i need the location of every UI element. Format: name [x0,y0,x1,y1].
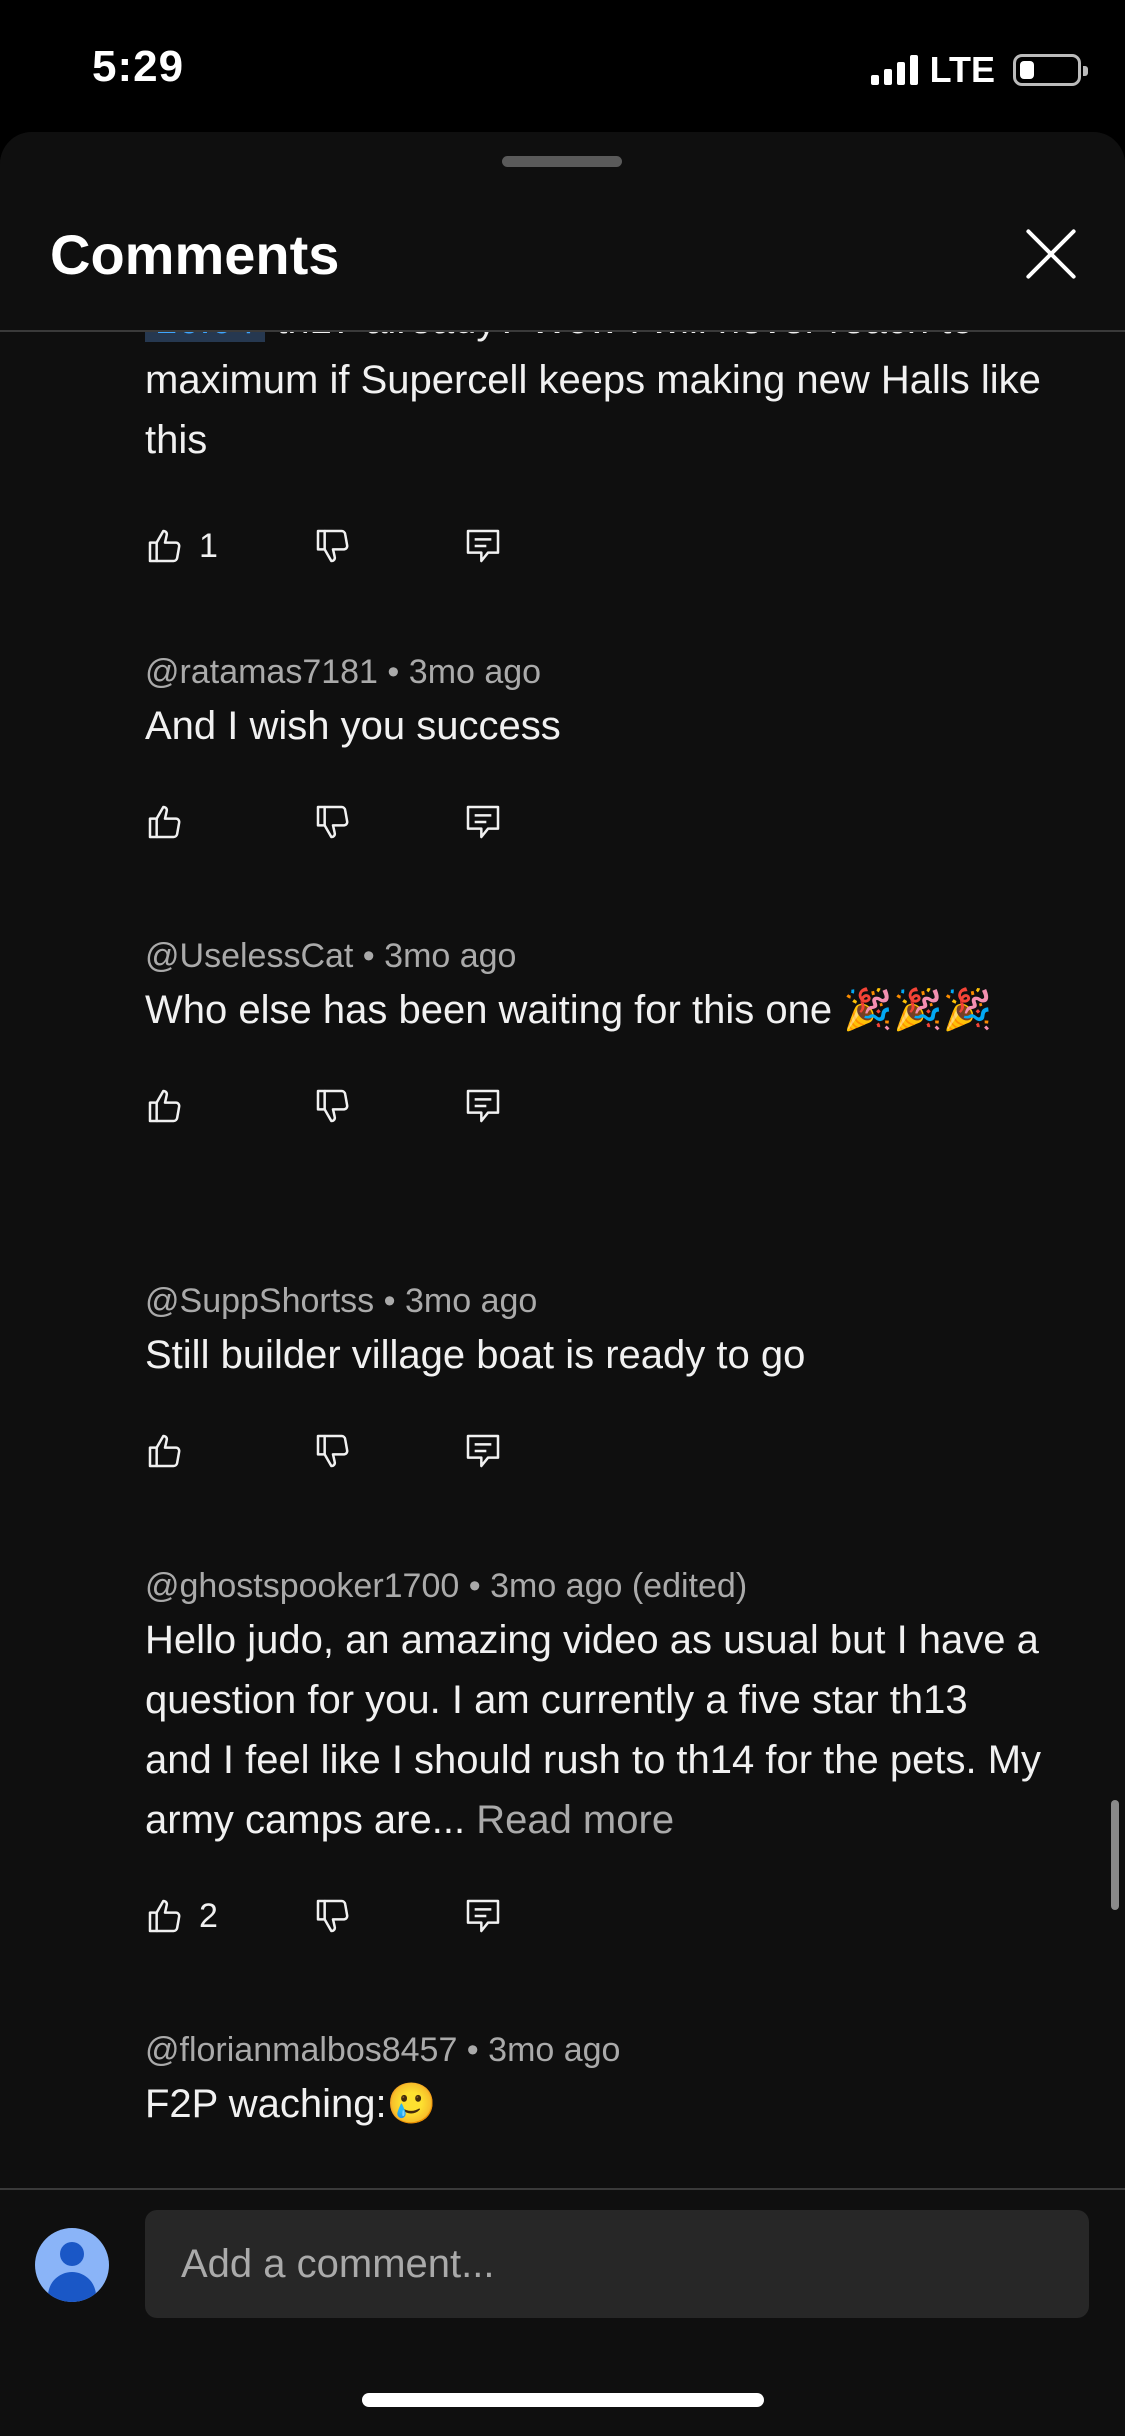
reply-icon [466,1089,500,1123]
drag-handle[interactable] [502,156,622,167]
dislike-button[interactable] [313,1076,463,1136]
comment-author[interactable]: @UselessCat [145,937,353,975]
dislike-button[interactable] [313,516,463,576]
comment-actions: 2 [145,1886,1045,1946]
comments-list[interactable]: 16:04 th17 already? Wow I will never rea… [0,332,1125,2188]
thumbs-up-icon [148,805,181,839]
partial-comment-rest: maximum if Supercell keeps making new Ha… [145,358,1041,462]
read-more-link[interactable]: Read more [465,1798,674,1842]
comment-item: @UselessCat • 3mo ago Who else has been … [145,932,1045,1136]
like-button[interactable] [145,792,313,852]
sheet-header: Comments [0,132,1125,332]
comment-meta: @ghostspooker1700 • 3mo ago (edited) [145,1567,748,1605]
reply-icon [466,805,500,839]
thumbs-down-icon [316,529,349,563]
signal-icon [870,55,918,85]
reply-button[interactable] [463,1076,503,1136]
reply-button[interactable] [463,792,503,852]
avatar-body [48,2272,96,2302]
comment-text: Still builder village boat is ready to g… [145,1333,806,1377]
thumbs-down-icon [316,1089,349,1123]
comment-actions [145,1076,1045,1136]
comment-text: Hello judo, an amazing video as usual bu… [145,1618,1042,1842]
comment-meta: @UselessCat • 3mo ago [145,937,517,975]
dislike-button[interactable] [313,1421,463,1481]
comment-time: 3mo ago [384,937,517,975]
status-time: 5:29 [92,42,185,91]
comment-input[interactable] [145,2210,1089,2318]
partial-comment-actions: 1 [145,516,1045,576]
comment-text: And I wish you success [145,704,561,748]
like-button[interactable]: 1 [145,516,313,576]
reply-icon [466,1899,500,1933]
comment-author[interactable]: @florianmalbos8457 [145,2031,457,2069]
like-count: 1 [199,526,218,565]
timestamp-link[interactable]: 16:04 [145,332,266,342]
dislike-button[interactable] [313,792,463,852]
comment-time: 3mo ago (edited) [490,1567,748,1605]
like-button[interactable]: 2 [145,1886,313,1946]
battery-icon [1013,54,1088,86]
comments-sheet: Comments 16:04 th17 already? Wow I will … [0,132,1125,2436]
comment-author[interactable]: @ghostspooker1700 [145,1567,459,1605]
comment-text: Who else has been waiting for this one 🎉… [145,988,993,1032]
status-bar: 5:29 LTE [0,0,1125,132]
reply-button[interactable] [463,1421,503,1481]
comment-time: 3mo ago [488,2031,621,2069]
reply-button[interactable] [463,516,503,576]
comment-time: 3mo ago [408,653,542,691]
close-button[interactable] [1021,224,1081,284]
comment-item: @ratamas7181 • 3mo ago And I wish you su… [145,648,1045,852]
comment-item: @florianmalbos8457 • 3mo ago F2P waching… [145,2026,1045,2134]
thumbs-down-icon [316,1899,349,1933]
sheet-title: Comments [50,223,340,286]
comment-meta: @ratamas7181 • 3mo ago [145,653,542,691]
partial-comment-text: 16:04 th17 already? Wow I will never rea… [145,332,1045,470]
screen: 5:29 LTE Comments 16:04 th17 already? Wo… [0,0,1125,2436]
thumbs-up-icon [148,529,181,563]
like-button[interactable] [145,1421,313,1481]
thumbs-down-icon [316,1434,349,1468]
reply-icon [466,1434,500,1468]
dislike-button[interactable] [313,1886,463,1946]
avatar[interactable] [35,2228,109,2302]
thumbs-up-icon [148,1089,181,1123]
avatar-head [60,2242,84,2266]
thumbs-up-icon [148,1899,181,1933]
comment-actions [145,792,1045,852]
reply-button[interactable] [463,1886,503,1946]
thumbs-down-icon [316,805,349,839]
comment-item: @ghostspooker1700 • 3mo ago (edited) Hel… [145,1562,1045,1946]
network-type: LTE [929,49,995,90]
reply-icon [466,529,500,563]
comment-actions: 1 [145,516,1045,576]
comment-meta: @florianmalbos8457 • 3mo ago [145,2031,621,2069]
home-indicator[interactable] [362,2393,764,2407]
comment-actions [145,1421,1045,1481]
partial-comment-line1: th17 already? Wow I will never reach to [265,332,973,342]
scrollbar[interactable] [1111,1800,1119,1910]
like-button[interactable] [145,1076,313,1136]
comment-author[interactable]: @SuppShortss [145,1282,374,1320]
comment-author[interactable]: @ratamas7181 [145,653,378,691]
thumbs-up-icon [148,1434,181,1468]
comment-meta: @SuppShortss • 3mo ago [145,1282,538,1320]
comment-item: @SuppShortss • 3mo ago Still builder vil… [145,1277,1045,1481]
comment-time: 3mo ago [404,1282,538,1320]
like-count: 2 [199,1896,218,1935]
comment-text: F2P waching:🥲 [145,2082,437,2126]
status-indicators: LTE [870,48,1088,92]
